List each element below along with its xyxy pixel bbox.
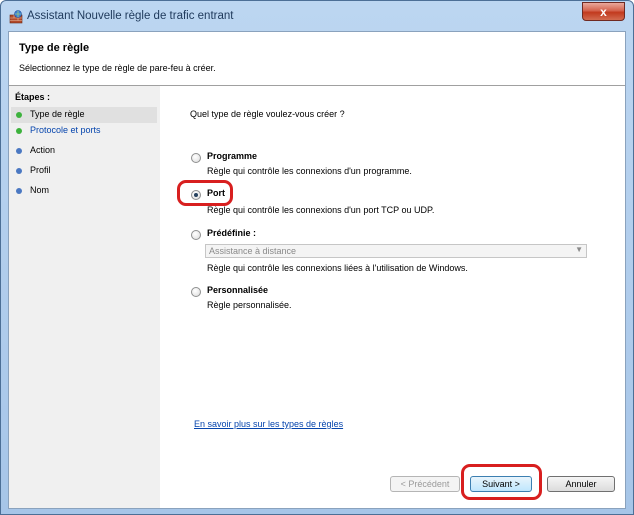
previous-button[interactable]: < Précédent [390, 476, 460, 492]
wizard-header: Type de règle Sélectionnez le type de rè… [9, 32, 625, 86]
step-profil: Profil [11, 163, 157, 179]
option-title-port[interactable]: Port [207, 188, 225, 198]
radio-predefinie[interactable] [191, 230, 201, 240]
step-protocole-et-ports[interactable]: Protocole et ports [11, 123, 157, 139]
next-button[interactable]: Suivant > [470, 476, 532, 492]
step-action: Action [11, 143, 157, 159]
step-label: Profil [30, 165, 51, 175]
step-bullet-icon [16, 188, 22, 194]
steps-sidebar: Étapes : Type de règle Protocole et port… [9, 86, 160, 508]
step-bullet-icon [16, 112, 22, 118]
close-button[interactable]: x [582, 2, 625, 21]
radio-personnalisee[interactable] [191, 287, 201, 297]
step-label: Type de règle [30, 109, 85, 119]
rule-type-question: Quel type de règle voulez-vous créer ? [190, 109, 345, 119]
step-bullet-icon [16, 168, 22, 174]
combo-value: Assistance à distance [209, 246, 297, 256]
step-label: Protocole et ports [30, 125, 101, 135]
option-desc-personnalisee: Règle personnalisée. [207, 300, 292, 310]
steps-title: Étapes : [15, 92, 51, 102]
option-desc-programme: Règle qui contrôle les connexions d'un p… [207, 166, 412, 176]
option-desc-port: Règle qui contrôle les connexions d'un p… [207, 205, 435, 215]
predefined-rule-combo: Assistance à distance ▼ [205, 244, 587, 258]
chevron-down-icon: ▼ [575, 245, 583, 254]
main-panel: Quel type de règle voulez-vous créer ? P… [160, 86, 625, 508]
step-bullet-icon [16, 128, 22, 134]
option-title-personnalisee[interactable]: Personnalisée [207, 285, 268, 295]
step-nom: Nom [11, 183, 157, 199]
wizard-client-area: Type de règle Sélectionnez le type de rè… [8, 31, 626, 509]
window-title: Assistant Nouvelle règle de trafic entra… [27, 10, 234, 22]
option-desc-predefinie: Règle qui contrôle les connexions liées … [207, 263, 468, 273]
title-bar[interactable]: Assistant Nouvelle règle de trafic entra… [1, 1, 633, 31]
firewall-icon [9, 10, 23, 24]
option-title-predefinie[interactable]: Prédéfinie : [207, 228, 256, 238]
cancel-button[interactable]: Annuler [547, 476, 615, 492]
page-subtitle: Sélectionnez le type de règle de pare-fe… [19, 63, 216, 73]
step-bullet-icon [16, 148, 22, 154]
radio-programme[interactable] [191, 153, 201, 163]
step-label: Nom [30, 185, 50, 195]
radio-port[interactable] [191, 190, 201, 200]
page-title: Type de règle [19, 42, 90, 54]
learn-more-link[interactable]: En savoir plus sur les types de règles [194, 419, 343, 429]
step-type-de-regle[interactable]: Type de règle [11, 107, 157, 123]
wizard-window: Assistant Nouvelle règle de trafic entra… [0, 0, 634, 515]
option-title-programme[interactable]: Programme [207, 151, 257, 161]
step-label: Action [30, 145, 56, 155]
